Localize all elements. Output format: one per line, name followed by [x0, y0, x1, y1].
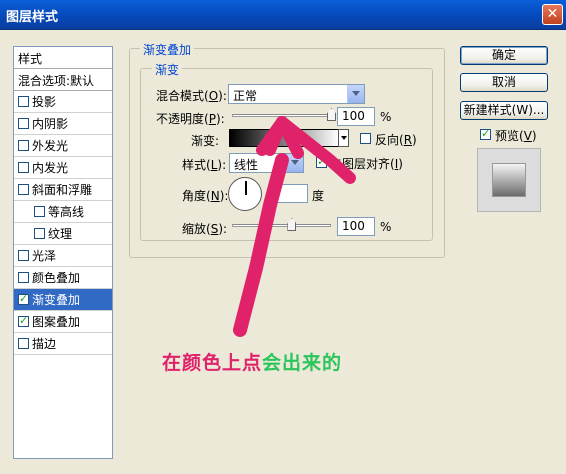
angle-label: 角度(N):	[182, 189, 229, 203]
scale-label: 缩放(S):	[182, 222, 228, 236]
scale-slider[interactable]	[232, 224, 331, 227]
style-list-item[interactable]: 外发光	[14, 135, 112, 157]
blend-options-item[interactable]: 混合选项:默认	[14, 69, 112, 91]
style-checkbox[interactable]	[18, 292, 29, 305]
opacity-input[interactable]: 100	[337, 107, 375, 126]
ok-button[interactable]: 确定	[460, 46, 548, 65]
layer-style-dialog: 样式 混合选项:默认 投影内阴影外发光内发光斜面和浮雕等高线纹理光泽颜色叠加渐变…	[0, 30, 566, 474]
style-list: 样式 混合选项:默认 投影内阴影外发光内发光斜面和浮雕等高线纹理光泽颜色叠加渐变…	[13, 46, 113, 459]
style-list-item-label: 外发光	[32, 139, 69, 153]
style-list-item[interactable]: 图案叠加	[14, 311, 112, 333]
angle-unit: 度	[312, 189, 325, 203]
preview-swatch	[492, 163, 526, 197]
window-title: 图层样式	[6, 10, 59, 25]
style-checkbox[interactable]	[34, 206, 45, 217]
align-layer-label: 与图层对齐(I)	[330, 157, 403, 171]
reverse-label: 反向(R)	[375, 133, 417, 147]
annotation-part2: 会出来的	[262, 352, 343, 374]
style-list-item-label: 斜面和浮雕	[32, 183, 93, 197]
style-checkbox[interactable]	[18, 140, 29, 151]
style-checkbox[interactable]	[18, 272, 29, 283]
style-checkbox[interactable]	[18, 250, 29, 261]
style-list-item[interactable]: 内阴影	[14, 113, 112, 135]
style-list-item-label: 渐变叠加	[32, 293, 81, 307]
style-checkbox[interactable]	[18, 184, 29, 195]
style-list-item-label: 等高线	[48, 205, 85, 219]
gradient-label: 渐变:	[191, 134, 220, 148]
gradient-overlay-title: 渐变叠加	[140, 41, 195, 58]
opacity-label: 不透明度(P):	[156, 112, 225, 126]
style-list-item[interactable]: 光泽	[14, 245, 112, 267]
style-list-header[interactable]: 样式	[14, 47, 112, 69]
blend-mode-select[interactable]: 正常	[228, 84, 365, 104]
close-button[interactable]: ✕	[542, 4, 563, 25]
gradient-swatch[interactable]	[229, 129, 339, 147]
chevron-down-icon[interactable]	[286, 154, 303, 172]
title-bar: 图层样式 ✕	[0, 0, 566, 30]
gradient-subgroup-title: 渐变	[152, 61, 183, 78]
style-list-item[interactable]: 渐变叠加	[14, 289, 112, 311]
style-list-item[interactable]: 投影	[14, 91, 112, 113]
style-list-item[interactable]: 颜色叠加	[14, 267, 112, 289]
style-preview	[477, 148, 541, 212]
blend-mode-value: 正常	[233, 89, 258, 103]
style-list-item-label: 描边	[32, 337, 57, 351]
style-checkbox[interactable]	[18, 314, 29, 327]
scale-unit: %	[380, 220, 392, 234]
preview-checkbox[interactable]	[480, 127, 491, 140]
preview-label: 预览(V)	[495, 129, 537, 143]
style-list-item-label: 光泽	[32, 249, 57, 263]
style-list-item-label: 内发光	[32, 161, 69, 175]
style-checkbox[interactable]	[18, 338, 29, 349]
opacity-unit: %	[380, 110, 392, 124]
style-list-item[interactable]: 斜面和浮雕	[14, 179, 112, 201]
new-style-button[interactable]: 新建样式(W)...	[460, 101, 548, 120]
chevron-down-icon[interactable]	[347, 85, 364, 103]
angle-dial[interactable]	[228, 177, 262, 211]
blend-mode-label: 混合模式(O):	[156, 89, 227, 103]
style-checkbox[interactable]	[18, 118, 29, 129]
angle-input[interactable]	[270, 184, 308, 203]
style-list-item[interactable]: 纹理	[14, 223, 112, 245]
style-list-item-label: 图案叠加	[32, 315, 81, 329]
style-checkbox[interactable]	[18, 162, 29, 173]
cancel-button[interactable]: 取消	[460, 73, 548, 92]
style-checkbox[interactable]	[34, 228, 45, 239]
style-list-item[interactable]: 描边	[14, 333, 112, 355]
style-list-item[interactable]: 内发光	[14, 157, 112, 179]
scale-input[interactable]: 100	[337, 217, 375, 236]
style-select[interactable]: 线性	[229, 153, 304, 173]
angle-needle	[245, 181, 247, 195]
opacity-slider[interactable]	[232, 114, 331, 117]
style-checkbox[interactable]	[18, 96, 29, 107]
align-layer-checkbox[interactable]	[316, 155, 327, 168]
style-value: 线性	[234, 158, 259, 172]
style-list-item-label: 颜色叠加	[32, 271, 81, 285]
style-label: 样式(L):	[182, 158, 227, 172]
gradient-picker-arrow[interactable]	[338, 129, 349, 147]
annotation-part1: 在颜色上点	[162, 352, 263, 374]
style-list-item[interactable]: 等高线	[14, 201, 112, 223]
annotation-text: 在颜色上点会出来的	[162, 348, 342, 375]
style-list-item-label: 内阴影	[32, 117, 69, 131]
style-list-item-label: 投影	[32, 95, 57, 109]
style-list-item-label: 纹理	[48, 227, 73, 241]
reverse-checkbox[interactable]	[360, 133, 371, 144]
